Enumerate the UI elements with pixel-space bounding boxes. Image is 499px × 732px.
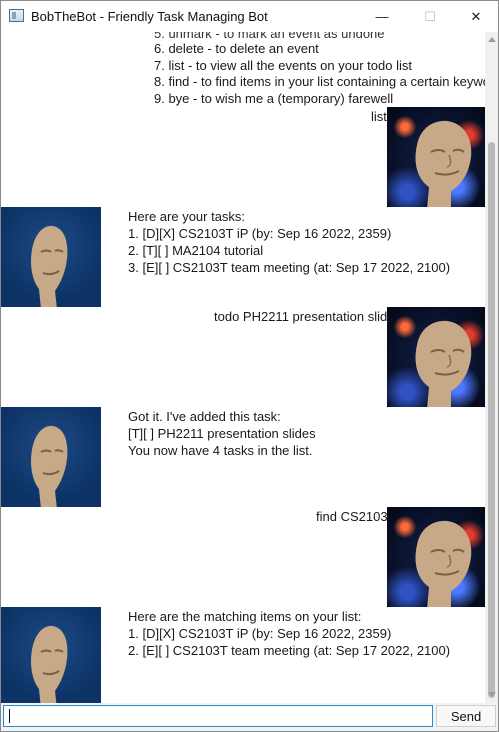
user-avatar xyxy=(387,307,485,407)
bot-avatar-face-icon xyxy=(31,425,68,507)
bot-avatar xyxy=(1,207,101,307)
bot-message-line: Here are your tasks: xyxy=(128,209,246,224)
minimize-button[interactable]: — xyxy=(359,1,405,32)
app-icon xyxy=(9,9,24,22)
chat-area[interactable]: 5. unmark - to mark an event as undone 6… xyxy=(1,32,485,703)
bot-avatar-face-icon xyxy=(31,625,68,703)
message-input[interactable] xyxy=(3,705,433,727)
bot-avatar xyxy=(1,407,101,507)
user-message: todo PH2211 presentation slides xyxy=(214,309,401,324)
bot-message-line: 3. [E][ ] CS2103T team meeting (at: Sep … xyxy=(128,260,451,275)
user-avatar-face-icon xyxy=(415,120,472,207)
bot-message-line: 2. [E][ ] CS2103T team meeting (at: Sep … xyxy=(128,643,451,658)
title-bar: BobTheBot - Friendly Task Managing Bot —… xyxy=(1,1,498,32)
bot-message-line: [T][ ] PH2211 presentation slides xyxy=(128,426,316,441)
bot-avatar xyxy=(1,607,101,703)
bot-message-line: 2. [T][ ] MA2104 tutorial xyxy=(128,243,264,258)
user-avatar-face-icon xyxy=(415,320,472,407)
help-line: 7. list - to view all the events on your… xyxy=(154,58,412,73)
text-caret xyxy=(9,709,10,723)
window-title: BobTheBot - Friendly Task Managing Bot xyxy=(31,9,268,24)
user-avatar xyxy=(387,507,485,607)
bot-message-line: 1. [D][X] CS2103T iP (by: Sep 16 2022, 2… xyxy=(128,226,392,241)
scroll-up-icon[interactable] xyxy=(488,37,496,42)
app-window: BobTheBot - Friendly Task Managing Bot —… xyxy=(0,0,499,732)
bot-message-line: Got it. I've added this task: xyxy=(128,409,281,424)
help-line: 9. bye - to wish me a (temporary) farewe… xyxy=(154,91,394,106)
bot-avatar-face-icon xyxy=(31,225,68,307)
help-line: 6. delete - to delete an event xyxy=(154,41,319,56)
user-message: list xyxy=(371,109,387,124)
send-button[interactable]: Send xyxy=(436,705,496,727)
user-message: find CS2103T xyxy=(316,509,396,524)
help-line-clipped: 5. unmark - to mark an event as undone xyxy=(154,32,385,41)
close-button[interactable]: ✕ xyxy=(453,1,498,32)
maximize-button[interactable]: ☐ xyxy=(407,1,453,32)
user-avatar xyxy=(387,107,485,207)
bot-message-line: 1. [D][X] CS2103T iP (by: Sep 16 2022, 2… xyxy=(128,626,392,641)
scroll-down-icon[interactable] xyxy=(488,692,496,697)
user-avatar-face-icon xyxy=(415,520,472,607)
input-bar: Send xyxy=(1,703,498,731)
bot-message-line: You now have 4 tasks in the list. xyxy=(128,443,313,458)
vertical-scrollbar[interactable] xyxy=(485,32,498,703)
bot-message-line: Here are the matching items on your list… xyxy=(128,609,362,624)
help-line: 8. find - to find items in your list con… xyxy=(154,74,485,89)
scrollbar-thumb[interactable] xyxy=(488,142,495,698)
